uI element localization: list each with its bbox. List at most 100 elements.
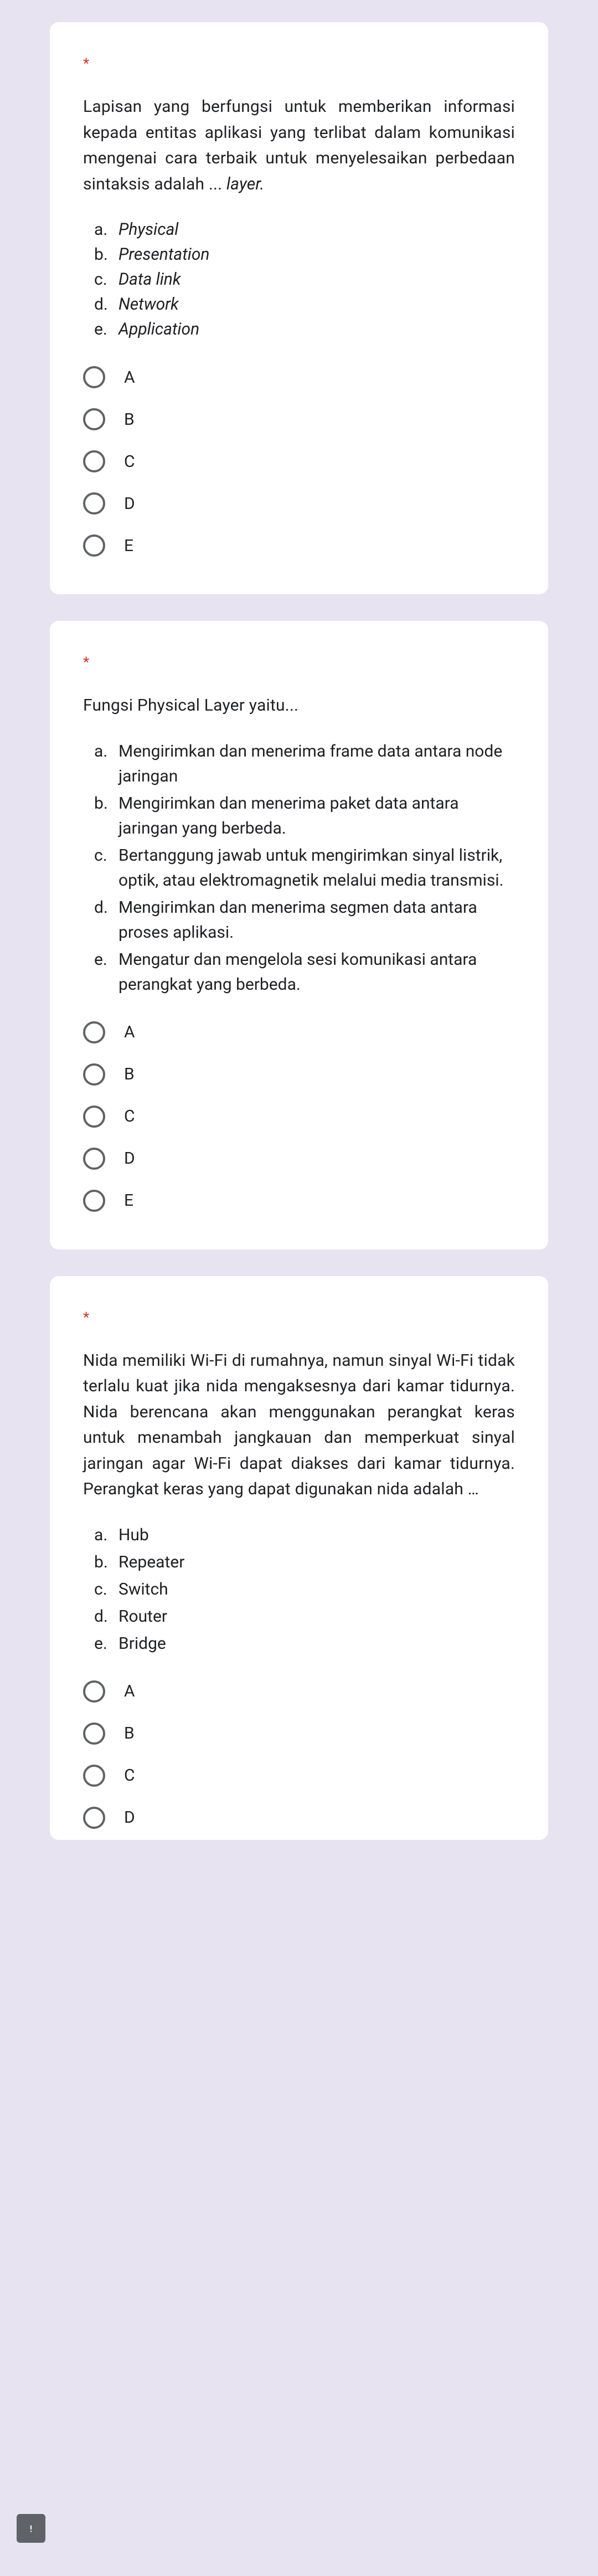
option-item: d.Mengirimkan dan menerima segmen data a… <box>94 895 515 945</box>
option-letter: a. <box>94 1523 118 1547</box>
option-item: a.Mengirimkan dan menerima frame data an… <box>94 739 515 789</box>
radio-option-a[interactable]: A <box>83 1680 515 1703</box>
radio-label: B <box>124 1724 135 1743</box>
radio-option-d[interactable]: D <box>83 492 515 515</box>
radio-circle-icon <box>83 1148 105 1170</box>
radio-label: C <box>124 452 135 471</box>
question-card-1: * Lapisan yang berfungsi untuk memberika… <box>50 22 548 594</box>
radio-label: C <box>124 1766 135 1785</box>
option-text: Application <box>118 317 199 342</box>
question-text: Nida memiliki Wi-Fi di rumahnya, namun s… <box>83 1348 515 1503</box>
radio-option-b[interactable]: B <box>83 1723 515 1745</box>
question-card-2: * Fungsi Physical Layer yaitu... a.Mengi… <box>50 621 548 1250</box>
radio-label: D <box>124 1808 135 1827</box>
option-text: Bridge <box>118 1631 166 1656</box>
option-text: Mengirimkan dan menerima segmen data ant… <box>118 895 515 945</box>
option-text: Hub <box>118 1523 149 1547</box>
radio-option-b[interactable]: B <box>83 1063 515 1086</box>
radio-label: B <box>124 1065 135 1084</box>
option-item: d.Router <box>94 1604 515 1629</box>
radio-option-c[interactable]: C <box>83 1106 515 1128</box>
option-item: b.Mengirimkan dan menerima paket data an… <box>94 791 515 841</box>
radio-circle-icon <box>83 1063 105 1086</box>
option-letter: d. <box>94 292 118 317</box>
option-letter: b. <box>94 1550 118 1575</box>
option-text: Mengirimkan dan menerima paket data anta… <box>118 791 515 841</box>
option-text: Data link <box>118 267 181 292</box>
radio-label: A <box>124 1022 135 1042</box>
radio-circle-icon <box>83 1723 105 1745</box>
radio-label: D <box>124 494 135 513</box>
option-item: e.Application <box>94 317 515 342</box>
radio-label: E <box>124 536 133 556</box>
radio-circle-icon <box>83 450 105 472</box>
option-letter: d. <box>94 1604 118 1629</box>
option-letter: e. <box>94 947 118 997</box>
radio-label: D <box>124 1149 135 1168</box>
option-text: Bertanggung jawab untuk mengirimkan siny… <box>118 843 515 893</box>
radio-group: A B C D E <box>83 1021 515 1212</box>
radio-option-e[interactable]: E <box>83 1190 515 1212</box>
radio-option-c[interactable]: C <box>83 1765 515 1787</box>
radio-label: E <box>124 1191 133 1210</box>
radio-group: A B C D <box>83 1680 515 1829</box>
question-text: Lapisan yang berfungsi untuk memberikan … <box>83 94 515 197</box>
radio-option-a[interactable]: A <box>83 1021 515 1043</box>
option-item: a.Physical <box>94 217 515 242</box>
required-marker: * <box>83 55 515 72</box>
option-item: a.Hub <box>94 1523 515 1547</box>
radio-option-d[interactable]: D <box>83 1807 515 1829</box>
option-letter: c. <box>94 843 118 893</box>
option-text: Physical <box>118 217 178 242</box>
option-text: Presentation <box>118 242 210 267</box>
radio-circle-icon <box>83 1190 105 1212</box>
option-item: b.Repeater <box>94 1550 515 1575</box>
radio-option-a[interactable]: A <box>83 366 515 388</box>
option-text: Network <box>118 292 179 317</box>
radio-circle-icon <box>83 1106 105 1128</box>
radio-circle-icon <box>83 1765 105 1787</box>
radio-circle-icon <box>83 366 105 388</box>
options-list: a.Physical b.Presentation c.Data link d.… <box>83 217 515 342</box>
question-card-3: * Nida memiliki Wi-Fi di rumahnya, namun… <box>50 1276 548 1840</box>
option-item: c.Switch <box>94 1577 515 1602</box>
option-text: Mengirimkan dan menerima frame data anta… <box>118 739 515 789</box>
option-letter: b. <box>94 242 118 267</box>
radio-option-e[interactable]: E <box>83 534 515 557</box>
option-text: Repeater <box>118 1550 184 1575</box>
option-text: Mengatur dan mengelola sesi komunikasi a… <box>118 947 515 997</box>
options-list: a.Hub b.Repeater c.Switch d.Router e.Bri… <box>83 1523 515 1656</box>
radio-circle-icon <box>83 1807 105 1829</box>
option-letter: e. <box>94 317 118 342</box>
radio-circle-icon <box>83 408 105 430</box>
option-text: Router <box>118 1604 167 1629</box>
radio-circle-icon <box>83 1021 105 1043</box>
radio-label: B <box>124 410 135 429</box>
option-item: d.Network <box>94 292 515 317</box>
radio-label: A <box>124 368 135 387</box>
option-text: Switch <box>118 1577 168 1602</box>
radio-option-c[interactable]: C <box>83 450 515 472</box>
option-letter: b. <box>94 791 118 841</box>
required-marker: * <box>83 654 515 671</box>
option-item: e.Bridge <box>94 1631 515 1656</box>
radio-option-b[interactable]: B <box>83 408 515 430</box>
radio-label: C <box>124 1107 135 1126</box>
option-item: c.Bertanggung jawab untuk mengirimkan si… <box>94 843 515 893</box>
option-item: e.Mengatur dan mengelola sesi komunikasi… <box>94 947 515 997</box>
option-letter: c. <box>94 1577 118 1602</box>
option-letter: c. <box>94 267 118 292</box>
radio-group: A B C D E <box>83 366 515 557</box>
report-problem-button[interactable] <box>17 2514 45 2543</box>
radio-circle-icon <box>83 534 105 557</box>
radio-option-d[interactable]: D <box>83 1148 515 1170</box>
options-list: a.Mengirimkan dan menerima frame data an… <box>83 739 515 997</box>
option-item: c.Data link <box>94 267 515 292</box>
question-text-main: Lapisan yang berfungsi untuk memberikan … <box>83 97 515 194</box>
question-text: Fungsi Physical Layer yaitu... <box>83 693 515 719</box>
radio-circle-icon <box>83 1680 105 1703</box>
exclamation-icon <box>24 2521 38 2536</box>
option-letter: a. <box>94 739 118 789</box>
option-letter: a. <box>94 217 118 242</box>
option-letter: d. <box>94 895 118 945</box>
